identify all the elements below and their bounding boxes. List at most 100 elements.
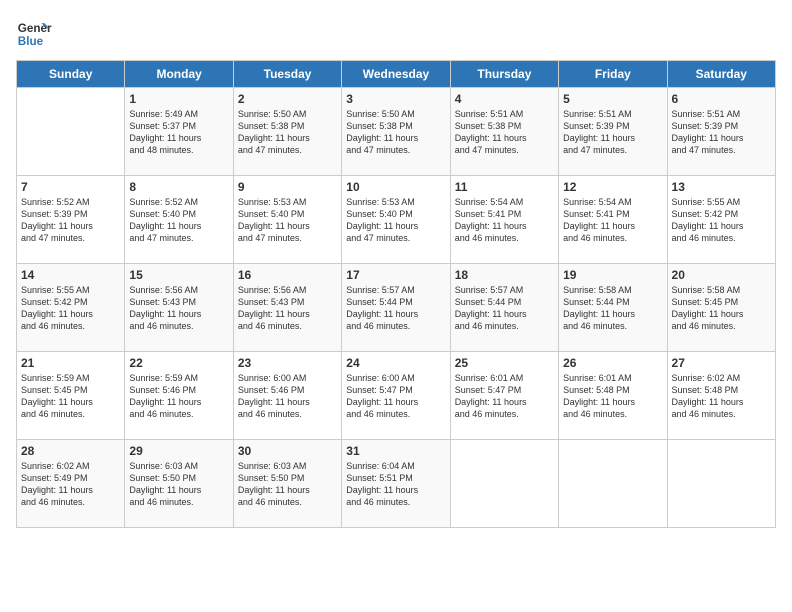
calendar-cell: 1Sunrise: 5:49 AMSunset: 5:37 PMDaylight… xyxy=(125,88,233,176)
day-number: 12 xyxy=(563,180,662,194)
cell-sun-info: Sunrise: 6:00 AMSunset: 5:47 PMDaylight:… xyxy=(346,372,445,421)
day-number: 7 xyxy=(21,180,120,194)
cell-sun-info: Sunrise: 5:55 AMSunset: 5:42 PMDaylight:… xyxy=(672,196,771,245)
day-number: 8 xyxy=(129,180,228,194)
cell-sun-info: Sunrise: 5:53 AMSunset: 5:40 PMDaylight:… xyxy=(238,196,337,245)
day-number: 22 xyxy=(129,356,228,370)
calendar-cell: 18 Sunrise: 5:57 AMSunset: 5:44 PMDayligh… xyxy=(450,264,558,352)
weekday-header: Wednesday xyxy=(342,61,450,88)
day-number: 20 xyxy=(672,268,771,282)
calendar-cell: 6 Sunrise: 5:51 AMSunset: 5:39 PMDaylight… xyxy=(667,88,775,176)
cell-sun-info: Sunrise: 5:55 AMSunset: 5:42 PMDaylight:… xyxy=(21,284,120,333)
day-number: 30 xyxy=(238,444,337,458)
calendar-cell xyxy=(17,88,125,176)
calendar-cell: 23Sunrise: 6:00 AMSunset: 5:46 PMDayligh… xyxy=(233,352,341,440)
calendar-week-row: 7Sunrise: 5:52 AMSunset: 5:39 PMDaylight… xyxy=(17,176,776,264)
calendar-cell: 2 Sunrise: 5:50 AMSunset: 5:38 PMDaylight… xyxy=(233,88,341,176)
logo: General Blue xyxy=(16,16,52,52)
calendar-cell: 11 Sunrise: 5:54 AMSunset: 5:41 PMDayligh… xyxy=(450,176,558,264)
calendar-week-row: 14 Sunrise: 5:55 AMSunset: 5:42 PMDayligh… xyxy=(17,264,776,352)
calendar-cell: 10Sunrise: 5:53 AMSunset: 5:40 PMDayligh… xyxy=(342,176,450,264)
cell-sun-info: Sunrise: 5:51 AMSunset: 5:39 PMDaylight:… xyxy=(563,108,662,157)
calendar-cell: 24 Sunrise: 6:00 AMSunset: 5:47 PMDayligh… xyxy=(342,352,450,440)
calendar-cell xyxy=(450,440,558,528)
cell-sun-info: Sunrise: 5:50 AMSunset: 5:38 PMDaylight:… xyxy=(346,108,445,157)
calendar-cell xyxy=(559,440,667,528)
cell-sun-info: Sunrise: 5:57 AMSunset: 5:44 PMDaylight:… xyxy=(346,284,445,333)
cell-sun-info: Sunrise: 5:54 AMSunset: 5:41 PMDaylight:… xyxy=(455,196,554,245)
calendar-cell: 13Sunrise: 5:55 AMSunset: 5:42 PMDayligh… xyxy=(667,176,775,264)
cell-sun-info: Sunrise: 5:58 AMSunset: 5:45 PMDaylight:… xyxy=(672,284,771,333)
weekday-header: Sunday xyxy=(17,61,125,88)
logo-icon: General Blue xyxy=(16,16,52,52)
calendar-week-row: 28 Sunrise: 6:02 AMSunset: 5:49 PMDayligh… xyxy=(17,440,776,528)
cell-sun-info: Sunrise: 5:59 AMSunset: 5:46 PMDaylight:… xyxy=(129,372,228,421)
day-number: 2 xyxy=(238,92,337,106)
calendar-week-row: 1Sunrise: 5:49 AMSunset: 5:37 PMDaylight… xyxy=(17,88,776,176)
cell-sun-info: Sunrise: 6:02 AMSunset: 5:49 PMDaylight:… xyxy=(21,460,120,509)
calendar-cell: 5 Sunrise: 5:51 AMSunset: 5:39 PMDaylight… xyxy=(559,88,667,176)
day-number: 26 xyxy=(563,356,662,370)
day-number: 11 xyxy=(455,180,554,194)
calendar-cell: 28 Sunrise: 6:02 AMSunset: 5:49 PMDayligh… xyxy=(17,440,125,528)
cell-sun-info: Sunrise: 5:53 AMSunset: 5:40 PMDaylight:… xyxy=(346,196,445,245)
day-number: 17 xyxy=(346,268,445,282)
cell-sun-info: Sunrise: 6:00 AMSunset: 5:46 PMDaylight:… xyxy=(238,372,337,421)
cell-sun-info: Sunrise: 6:01 AMSunset: 5:47 PMDaylight:… xyxy=(455,372,554,421)
calendar-cell: 4Sunrise: 5:51 AMSunset: 5:38 PMDaylight… xyxy=(450,88,558,176)
calendar-cell: 19 Sunrise: 5:58 AMSunset: 5:44 PMDayligh… xyxy=(559,264,667,352)
calendar-table: SundayMondayTuesdayWednesdayThursdayFrid… xyxy=(16,60,776,528)
calendar-cell: 29 Sunrise: 6:03 AMSunset: 5:50 PMDayligh… xyxy=(125,440,233,528)
cell-sun-info: Sunrise: 5:57 AMSunset: 5:44 PMDaylight:… xyxy=(455,284,554,333)
calendar-cell: 3 Sunrise: 5:50 AMSunset: 5:38 PMDaylight… xyxy=(342,88,450,176)
svg-text:General: General xyxy=(18,22,52,35)
day-number: 29 xyxy=(129,444,228,458)
day-number: 19 xyxy=(563,268,662,282)
cell-sun-info: Sunrise: 5:51 AMSunset: 5:38 PMDaylight:… xyxy=(455,108,554,157)
day-number: 31 xyxy=(346,444,445,458)
weekday-header: Thursday xyxy=(450,61,558,88)
day-number: 3 xyxy=(346,92,445,106)
day-number: 5 xyxy=(563,92,662,106)
calendar-cell: 12 Sunrise: 5:54 AMSunset: 5:41 PMDayligh… xyxy=(559,176,667,264)
day-number: 9 xyxy=(238,180,337,194)
cell-sun-info: Sunrise: 5:50 AMSunset: 5:38 PMDaylight:… xyxy=(238,108,337,157)
calendar-week-row: 21Sunrise: 5:59 AMSunset: 5:45 PMDayligh… xyxy=(17,352,776,440)
weekday-header: Tuesday xyxy=(233,61,341,88)
day-number: 6 xyxy=(672,92,771,106)
cell-sun-info: Sunrise: 6:03 AMSunset: 5:50 PMDaylight:… xyxy=(129,460,228,509)
day-number: 15 xyxy=(129,268,228,282)
calendar-cell: 9 Sunrise: 5:53 AMSunset: 5:40 PMDaylight… xyxy=(233,176,341,264)
calendar-cell: 31Sunrise: 6:04 AMSunset: 5:51 PMDayligh… xyxy=(342,440,450,528)
day-number: 27 xyxy=(672,356,771,370)
calendar-cell: 22 Sunrise: 5:59 AMSunset: 5:46 PMDayligh… xyxy=(125,352,233,440)
weekday-header: Saturday xyxy=(667,61,775,88)
day-number: 25 xyxy=(455,356,554,370)
page-header: General Blue xyxy=(16,16,776,52)
svg-text:Blue: Blue xyxy=(18,35,44,48)
day-number: 28 xyxy=(21,444,120,458)
weekday-header: Monday xyxy=(125,61,233,88)
cell-sun-info: Sunrise: 5:54 AMSunset: 5:41 PMDaylight:… xyxy=(563,196,662,245)
cell-sun-info: Sunrise: 5:56 AMSunset: 5:43 PMDaylight:… xyxy=(129,284,228,333)
calendar-cell: 14 Sunrise: 5:55 AMSunset: 5:42 PMDayligh… xyxy=(17,264,125,352)
calendar-cell: 7Sunrise: 5:52 AMSunset: 5:39 PMDaylight… xyxy=(17,176,125,264)
cell-sun-info: Sunrise: 5:56 AMSunset: 5:43 PMDaylight:… xyxy=(238,284,337,333)
calendar-cell: 27 Sunrise: 6:02 AMSunset: 5:48 PMDayligh… xyxy=(667,352,775,440)
day-number: 18 xyxy=(455,268,554,282)
day-number: 14 xyxy=(21,268,120,282)
cell-sun-info: Sunrise: 5:49 AMSunset: 5:37 PMDaylight:… xyxy=(129,108,228,157)
calendar-cell: 15 Sunrise: 5:56 AMSunset: 5:43 PMDayligh… xyxy=(125,264,233,352)
calendar-cell: 16 Sunrise: 5:56 AMSunset: 5:43 PMDayligh… xyxy=(233,264,341,352)
calendar-cell: 20 Sunrise: 5:58 AMSunset: 5:45 PMDayligh… xyxy=(667,264,775,352)
day-number: 24 xyxy=(346,356,445,370)
calendar-cell: 26Sunrise: 6:01 AMSunset: 5:48 PMDayligh… xyxy=(559,352,667,440)
cell-sun-info: Sunrise: 5:51 AMSunset: 5:39 PMDaylight:… xyxy=(672,108,771,157)
cell-sun-info: Sunrise: 6:03 AMSunset: 5:50 PMDaylight:… xyxy=(238,460,337,509)
cell-sun-info: Sunrise: 6:02 AMSunset: 5:48 PMDaylight:… xyxy=(672,372,771,421)
cell-sun-info: Sunrise: 5:52 AMSunset: 5:40 PMDaylight:… xyxy=(129,196,228,245)
day-number: 16 xyxy=(238,268,337,282)
calendar-cell: 25 Sunrise: 6:01 AMSunset: 5:47 PMDayligh… xyxy=(450,352,558,440)
cell-sun-info: Sunrise: 5:58 AMSunset: 5:44 PMDaylight:… xyxy=(563,284,662,333)
calendar-cell xyxy=(667,440,775,528)
